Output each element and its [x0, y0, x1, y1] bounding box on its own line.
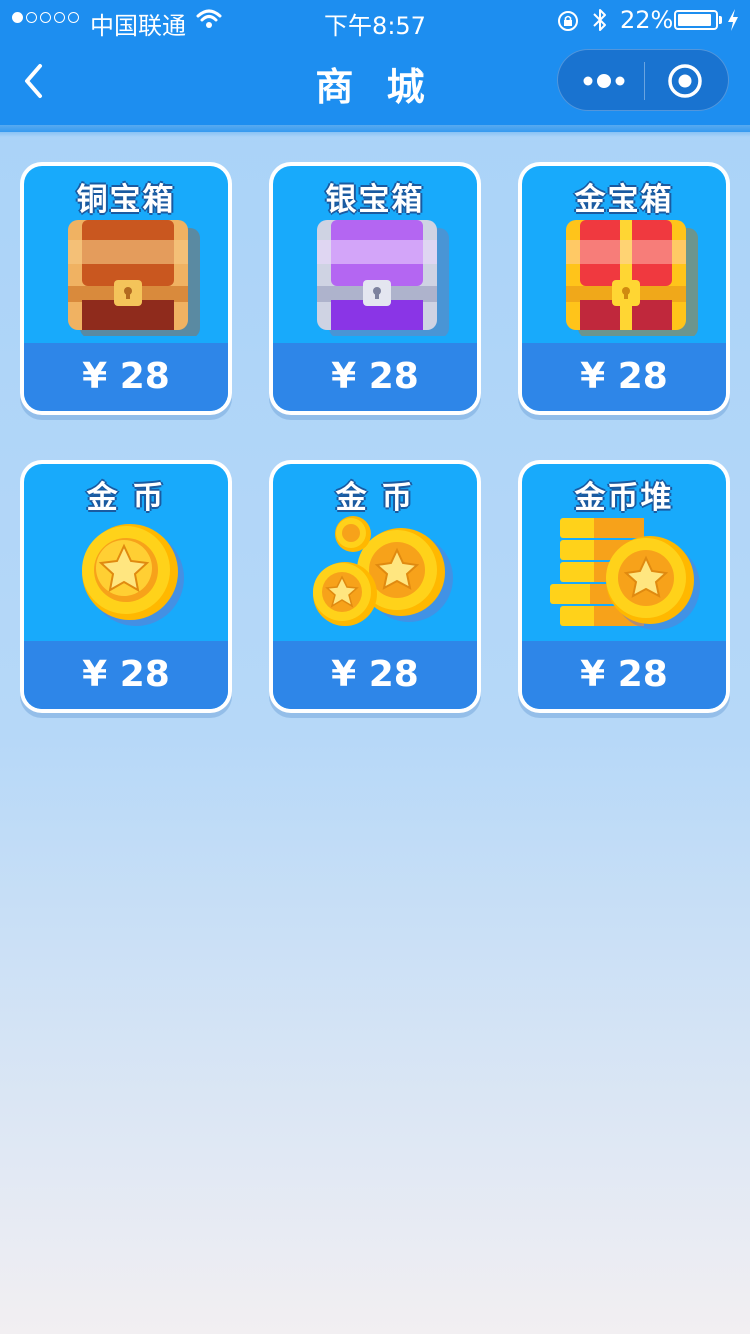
- more-dots-icon: [583, 74, 625, 88]
- gold-chest-icon: [566, 220, 698, 336]
- product-card-bronze-chest[interactable]: 铜宝箱 ¥ 28: [20, 162, 232, 415]
- bronze-chest-icon: [68, 220, 200, 336]
- product-name: 金宝箱: [574, 182, 674, 218]
- more-button[interactable]: [580, 66, 630, 96]
- product-name: 金币堆: [574, 480, 674, 516]
- silver-chest-icon: [317, 220, 449, 336]
- product-price: ¥ 28: [273, 641, 477, 709]
- product-card-gold-coin-pile[interactable]: 金币堆 ¥ 28: [518, 460, 730, 713]
- charging-icon: [726, 8, 740, 38]
- top-bar-shadow: [0, 125, 750, 137]
- product-card-silver-chest[interactable]: 银宝箱 ¥ 28: [269, 162, 481, 415]
- product-card-gold-coins[interactable]: 金 币 ¥ 28: [269, 460, 481, 713]
- product-price: ¥ 28: [273, 343, 477, 411]
- bluetooth-icon: [590, 6, 610, 40]
- close-mini-program-button[interactable]: [666, 62, 704, 100]
- product-card-gold-chest[interactable]: 金宝箱 ¥ 28: [518, 162, 730, 415]
- capsule-divider: [644, 62, 645, 100]
- product-name: 金 币: [86, 480, 166, 516]
- product-price: ¥ 28: [522, 641, 726, 709]
- target-circle-icon: [668, 64, 702, 98]
- battery-cap: [719, 16, 722, 24]
- status-bar: 中国联通 下午8:57 22%: [0, 0, 750, 40]
- product-name: 铜宝箱: [76, 182, 176, 218]
- gold-coin-pile-icon: [550, 518, 700, 630]
- product-price: ¥ 28: [522, 343, 726, 411]
- mini-program-capsule: [557, 49, 729, 111]
- product-price: ¥ 28: [24, 641, 228, 709]
- product-name: 金 币: [335, 480, 415, 516]
- battery-icon: [674, 10, 718, 30]
- gold-coin-icon: [82, 524, 184, 626]
- product-card-gold-coin[interactable]: 金 币 ¥ 28: [20, 460, 232, 713]
- battery-percent: 22%: [620, 6, 674, 34]
- product-name: 银宝箱: [325, 182, 425, 218]
- gold-coins-icon: [313, 516, 453, 626]
- product-price: ¥ 28: [24, 343, 228, 411]
- rotation-lock-icon: [556, 9, 580, 39]
